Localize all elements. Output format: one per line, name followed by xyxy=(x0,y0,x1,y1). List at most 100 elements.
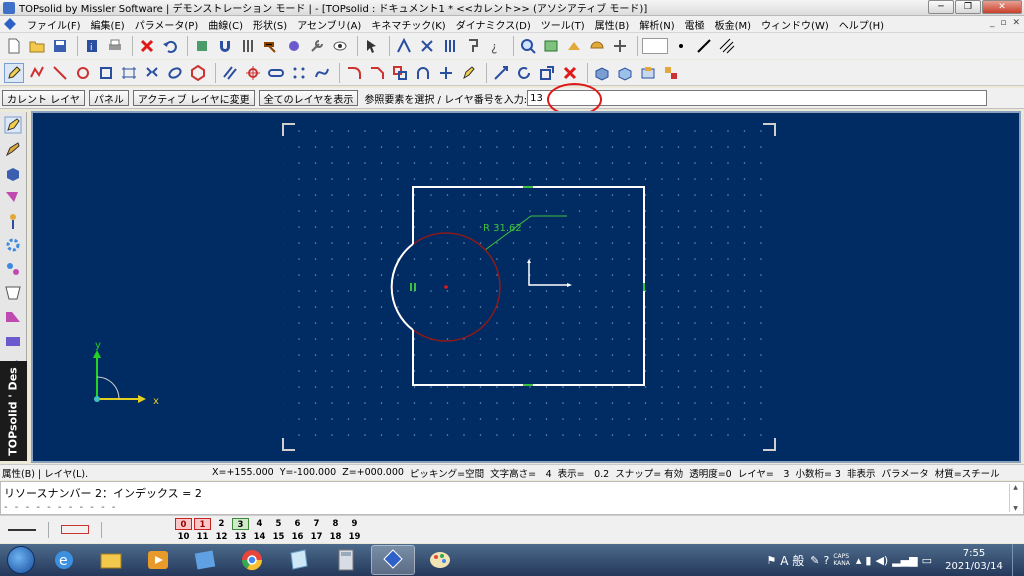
menu-electrode[interactable]: 電極 xyxy=(680,17,710,32)
mdi-restore-button[interactable]: ▫ xyxy=(1000,18,1006,28)
tray-battery-icon[interactable]: ▭ xyxy=(922,554,932,567)
palette-pin-icon[interactable] xyxy=(2,210,24,232)
palette-assembly-icon[interactable] xyxy=(2,258,24,280)
mdi-minimize-button[interactable]: _ xyxy=(990,18,995,28)
palette-curve-icon[interactable] xyxy=(2,114,24,136)
status-picking[interactable]: ピッキング=空間 xyxy=(410,466,484,480)
layer-6[interactable]: 6 xyxy=(289,518,306,530)
move-icon[interactable] xyxy=(491,63,511,83)
layer-7[interactable]: 7 xyxy=(308,518,325,530)
edit-pencil-icon[interactable] xyxy=(4,62,24,83)
tray-show-hidden-icon[interactable]: ▴ xyxy=(856,554,862,567)
print-icon[interactable] xyxy=(105,36,125,56)
palette-shape-icon[interactable] xyxy=(2,162,24,184)
taskbar-calculator[interactable] xyxy=(324,545,368,575)
status-text-height[interactable]: 文字高さ= 4 xyxy=(490,466,552,480)
snap-tool-icon[interactable] xyxy=(394,36,414,56)
hatch-style-icon[interactable] xyxy=(717,36,737,56)
layer-18[interactable]: 18 xyxy=(327,531,344,543)
taskbar-paint[interactable] xyxy=(418,545,462,575)
menu-file[interactable]: ファイル(F) xyxy=(22,17,86,32)
taskbar-clock[interactable]: 7:55 2021/03/14 xyxy=(936,547,1012,573)
pointer-tool-icon[interactable] xyxy=(362,36,382,56)
offset-icon[interactable] xyxy=(390,63,410,83)
mirror-tool-icon[interactable] xyxy=(440,36,460,56)
assembly-icon[interactable] xyxy=(638,63,658,83)
menu-window[interactable]: ウィンドウ(W) xyxy=(756,17,834,32)
delete-element-icon[interactable] xyxy=(560,63,580,83)
section-icon[interactable] xyxy=(610,36,630,56)
scale-icon[interactable] xyxy=(537,63,557,83)
open-folder-icon[interactable] xyxy=(27,36,47,56)
hammer-tool-icon[interactable] xyxy=(261,36,281,56)
palette-surface-icon[interactable] xyxy=(2,186,24,208)
slot-icon[interactable] xyxy=(266,63,286,83)
layer-10[interactable]: 10 xyxy=(175,531,192,543)
palette-gear-icon[interactable] xyxy=(2,234,24,256)
current-layer-button[interactable]: カレント レイヤ xyxy=(2,90,85,106)
tray-volume-icon[interactable]: ◀) xyxy=(875,554,888,567)
tray-device-icon[interactable]: ▮ xyxy=(865,554,871,567)
palette-draft-icon[interactable] xyxy=(2,282,24,304)
mdi-close-button[interactable]: ✕ xyxy=(1012,18,1020,28)
zoom-fit-icon[interactable] xyxy=(541,36,561,56)
document-icon[interactable] xyxy=(4,18,16,30)
status-display[interactable]: 表示= 0.2 xyxy=(558,466,610,480)
line-style-icon[interactable] xyxy=(694,36,714,56)
menu-curve[interactable]: 曲線(C) xyxy=(203,17,248,32)
block-icon[interactable] xyxy=(592,63,612,83)
close-button[interactable]: ✕ xyxy=(982,0,1022,14)
layer-19[interactable]: 19 xyxy=(346,531,363,543)
menu-edit[interactable]: 編集(E) xyxy=(86,17,130,32)
message-scrollbar[interactable]: ▲ ▼ xyxy=(1009,484,1021,512)
status-decimals[interactable]: 小数桁= 3 xyxy=(795,466,841,480)
polygon-icon[interactable] xyxy=(188,63,208,83)
status-hidden[interactable]: 非表示 xyxy=(847,466,876,480)
ime-mode[interactable]: A 般 xyxy=(780,552,804,569)
layer-15[interactable]: 15 xyxy=(270,531,287,543)
delete-x-icon[interactable] xyxy=(137,36,157,56)
arch-icon[interactable] xyxy=(413,63,433,83)
panel-button[interactable]: パネル xyxy=(88,90,129,106)
tray-help-icon[interactable]: ? xyxy=(823,554,829,567)
menu-help[interactable]: ヘルプ(H) xyxy=(834,17,889,32)
rotate-icon[interactable] xyxy=(514,63,534,83)
taskbar-media-player[interactable] xyxy=(136,545,180,575)
query-tool-icon[interactable]: ¿ xyxy=(486,36,506,56)
view-icon[interactable] xyxy=(564,36,584,56)
layer-17[interactable]: 17 xyxy=(308,531,325,543)
layer-0[interactable]: 0 xyxy=(175,517,192,530)
component-icon[interactable] xyxy=(661,63,681,83)
menu-tools[interactable]: ツール(T) xyxy=(536,17,590,32)
layer-1[interactable]: 1 xyxy=(194,517,211,530)
dot-pattern-icon[interactable] xyxy=(289,63,309,83)
drawing-viewport[interactable]: R 31.62 y x xyxy=(31,111,1021,463)
drawing-canvas[interactable]: R 31.62 y x xyxy=(33,113,1019,461)
extend-icon[interactable] xyxy=(436,63,456,83)
layer-tool-icon[interactable] xyxy=(192,36,212,56)
new-document-icon[interactable] xyxy=(4,36,24,56)
eye-tool-icon[interactable] xyxy=(330,36,350,56)
status-transparency[interactable]: 透明度=0 xyxy=(689,466,732,480)
layer-2[interactable]: 2 xyxy=(213,518,230,530)
render-icon[interactable] xyxy=(587,36,607,56)
layer-13[interactable]: 13 xyxy=(232,531,249,543)
wrench-tool-icon[interactable] xyxy=(307,36,327,56)
layer-11[interactable]: 11 xyxy=(194,531,211,543)
status-material[interactable]: 材質=スチール xyxy=(935,466,1000,480)
menu-analysis[interactable]: 解析(N) xyxy=(634,17,679,32)
start-button[interactable] xyxy=(0,544,42,576)
point-style-icon[interactable] xyxy=(671,36,691,56)
status-parameter[interactable]: パラメータ xyxy=(881,466,928,480)
menu-parameter[interactable]: パラメータ(P) xyxy=(130,17,204,32)
taskbar-app-blue[interactable] xyxy=(183,545,227,575)
tray-ime-settings-icon[interactable]: ✎ xyxy=(810,554,819,567)
palette-mold-icon[interactable] xyxy=(2,330,24,352)
menu-kinematic[interactable]: キネマチック(K) xyxy=(366,17,450,32)
menu-attribute[interactable]: 属性(B) xyxy=(590,17,635,32)
line-icon[interactable] xyxy=(50,63,70,83)
undo-icon[interactable] xyxy=(160,36,180,56)
tray-flag-icon[interactable]: ⚑ xyxy=(766,554,776,567)
rectangle-icon[interactable] xyxy=(96,63,116,83)
chamfer-icon[interactable] xyxy=(367,63,387,83)
